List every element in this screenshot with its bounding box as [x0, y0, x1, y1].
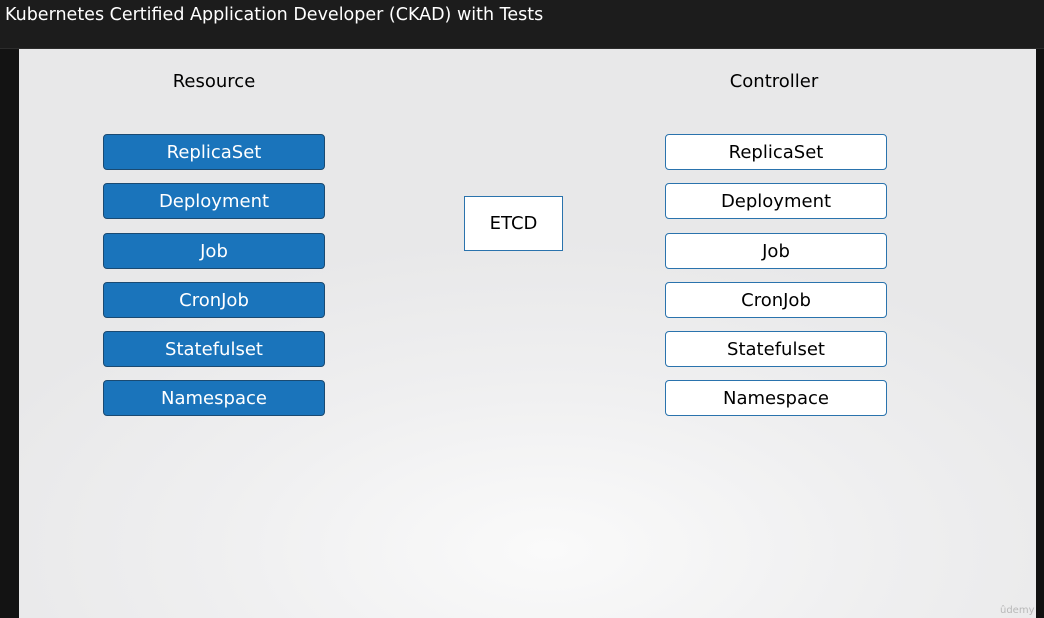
- controller-box-cronjob: CronJob: [665, 282, 887, 318]
- etcd-box: ETCD: [464, 196, 563, 251]
- udemy-watermark: ûdemy: [1000, 605, 1035, 616]
- window-title-bar: Kubernetes Certified Application Develop…: [0, 0, 1044, 49]
- resource-box-job: Job: [103, 233, 325, 269]
- controller-box-replicaset: ReplicaSet: [665, 134, 887, 170]
- resource-box-replicaset: ReplicaSet: [103, 134, 325, 170]
- controller-box-namespace: Namespace: [665, 380, 887, 416]
- resource-box-statefulset: Statefulset: [103, 331, 325, 367]
- controller-box-job: Job: [665, 233, 887, 269]
- controller-heading: Controller: [729, 71, 819, 92]
- right-gutter: [1036, 49, 1044, 618]
- resource-box-cronjob: CronJob: [103, 282, 325, 318]
- course-title: Kubernetes Certified Application Develop…: [5, 5, 544, 25]
- resource-box-namespace: Namespace: [103, 380, 325, 416]
- resource-heading: Resource: [172, 71, 256, 92]
- resource-box-deployment: Deployment: [103, 183, 325, 219]
- controller-box-deployment: Deployment: [665, 183, 887, 219]
- left-gutter: [0, 49, 19, 618]
- controller-box-statefulset: Statefulset: [665, 331, 887, 367]
